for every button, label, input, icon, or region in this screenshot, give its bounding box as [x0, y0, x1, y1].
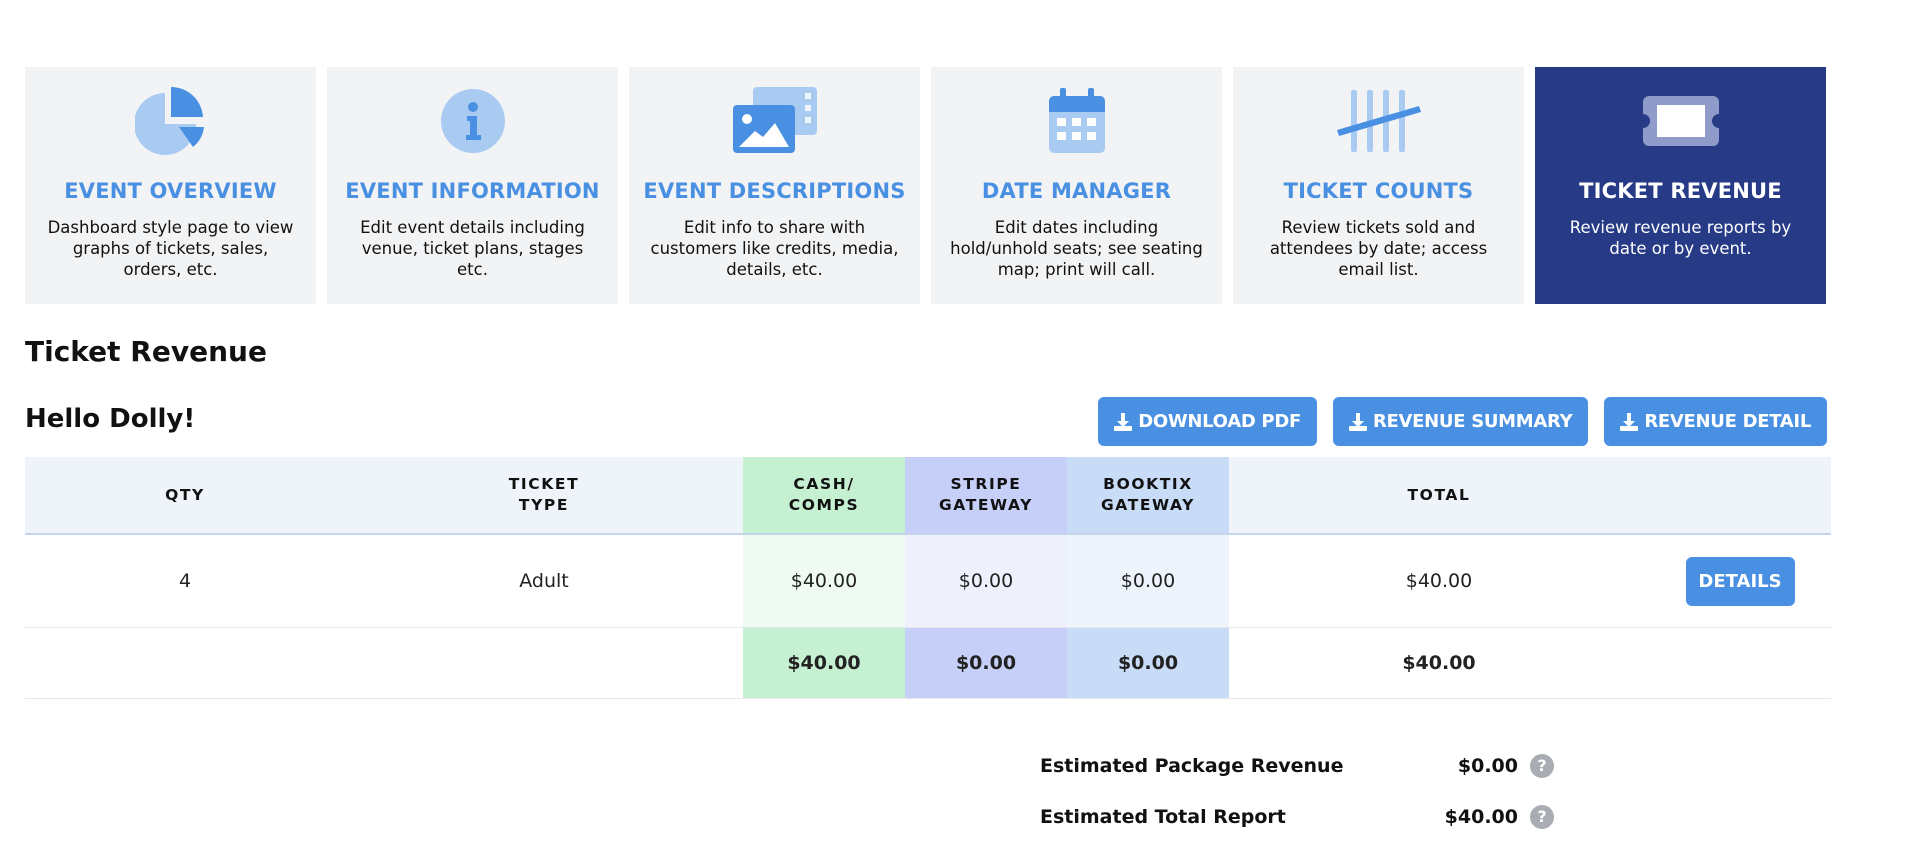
download-icon: [1114, 412, 1133, 431]
images-icon: [730, 87, 820, 155]
package-revenue-value: $0.00: [1457, 754, 1518, 777]
card-event-overview[interactable]: EVENT OVERVIEW Dashboard style page to v…: [25, 67, 316, 304]
total-report-label: Estimated Total Report: [1040, 805, 1286, 828]
card-title: TICKET COUNTS: [1283, 179, 1474, 203]
card-event-descriptions[interactable]: EVENT DESCRIPTIONS Edit info to share wi…: [629, 67, 920, 304]
nav-cards: EVENT OVERVIEW Dashboard style page to v…: [25, 67, 1826, 304]
card-title: EVENT INFORMATION: [345, 179, 600, 203]
header-cash-comps: CASH/COMPS: [743, 457, 905, 535]
header-booktix-gateway: BOOKTIX GATEWAY: [1067, 457, 1229, 535]
revenue-summary-button[interactable]: REVENUE SUMMARY: [1332, 397, 1589, 446]
event-name: Hello Dolly!: [25, 404, 196, 434]
revenue-table: QTY TICKET TYPE CASH/COMPS STRIPE GATEWAY …: [25, 457, 1831, 699]
header-qty: QTY: [25, 457, 345, 535]
card-description: Edit dates including hold/unhold seats; …: [950, 218, 1203, 279]
card-description: Review tickets sold and attendees by dat…: [1269, 218, 1488, 279]
ticket-icon: [1636, 87, 1726, 155]
header-line: COMPS: [788, 496, 860, 514]
download-pdf-button[interactable]: DOWNLOAD PDF: [1098, 397, 1317, 446]
help-icon[interactable]: ?: [1530, 753, 1554, 778]
header-line: GATEWAY: [1100, 496, 1195, 514]
card-ticket-revenue[interactable]: TICKET REVENUE Review revenue reports by…: [1535, 67, 1826, 304]
header-line: GATEWAY: [938, 496, 1033, 514]
header-stripe-gateway: STRIPE GATEWAY: [905, 457, 1067, 535]
header-total: TOTAL: [1229, 457, 1649, 535]
summary-row-total: Estimated Total Report $40.00 ?: [1040, 791, 1554, 842]
cell-cash-comps: $40.00: [743, 534, 905, 628]
download-icon: [1620, 412, 1639, 431]
cell-empty: [345, 627, 743, 699]
header-line: TICKET: [508, 475, 580, 493]
table-row: 4 Adult $40.00 $0.00 $0.00 $40.00 DETAIL…: [25, 534, 1831, 628]
cell-total: $40.00: [1229, 534, 1649, 628]
totals-row: $40.00 $0.00 $0.00 $40.00: [25, 627, 1831, 699]
card-title: TICKET REVENUE: [1579, 179, 1782, 203]
header-actions: [1649, 457, 1831, 535]
total-total: $40.00: [1229, 627, 1649, 699]
cell-qty: 4: [25, 534, 345, 628]
cell-empty: [25, 627, 345, 699]
total-booktix: $0.00: [1067, 627, 1229, 699]
total-report-value: $40.00: [1444, 805, 1518, 828]
card-ticket-counts[interactable]: TICKET COUNTS Review tickets sold and at…: [1233, 67, 1524, 304]
cell-ticket-type: Adult: [345, 534, 743, 628]
info-icon: [428, 87, 518, 155]
report-actions: DOWNLOAD PDF REVENUE SUMMARY REVENUE DET…: [1098, 397, 1827, 446]
revenue-summary: Estimated Package Revenue $0.00 ? Estima…: [1040, 740, 1554, 842]
cell-booktix: $0.00: [1067, 534, 1229, 628]
help-icon[interactable]: ?: [1530, 804, 1554, 829]
cell-actions: DETAILS: [1649, 534, 1831, 628]
revenue-summary-label: REVENUE SUMMARY: [1372, 411, 1573, 432]
card-description: Dashboard style page to view graphs of t…: [47, 218, 294, 279]
card-title: EVENT OVERVIEW: [64, 179, 277, 203]
card-description: Edit event details including venue, tick…: [360, 218, 585, 279]
header-line: BOOKTIX: [1103, 475, 1193, 493]
header-line: TYPE: [518, 496, 570, 514]
cell-stripe: $0.00: [905, 534, 1067, 628]
header-line: STRIPE: [950, 475, 1022, 493]
table-header-row: QTY TICKET TYPE CASH/COMPS STRIPE GATEWAY …: [25, 457, 1831, 535]
card-description: Edit info to share with customers like c…: [650, 218, 899, 279]
header-line: CASH/: [793, 475, 855, 493]
page-title: Ticket Revenue: [25, 335, 267, 368]
calendar-icon: [1032, 87, 1122, 155]
total-stripe: $0.00: [905, 627, 1067, 699]
card-event-information[interactable]: EVENT INFORMATION Edit event details inc…: [327, 67, 618, 304]
download-pdf-label: DOWNLOAD PDF: [1138, 411, 1301, 432]
card-title: EVENT DESCRIPTIONS: [643, 179, 906, 203]
card-title: DATE MANAGER: [981, 179, 1172, 203]
package-revenue-label: Estimated Package Revenue: [1040, 754, 1344, 777]
pie-chart-icon: [126, 87, 216, 155]
tally-icon: [1334, 87, 1424, 155]
details-button[interactable]: DETAILS: [1685, 556, 1795, 606]
revenue-detail-label: REVENUE DETAIL: [1644, 411, 1811, 432]
revenue-detail-button[interactable]: REVENUE DETAIL: [1604, 397, 1827, 446]
summary-row-package: Estimated Package Revenue $0.00 ?: [1040, 740, 1554, 791]
total-cash-comps: $40.00: [743, 627, 905, 699]
card-description: Review revenue reports by date or by eve…: [1569, 218, 1792, 258]
card-date-manager[interactable]: DATE MANAGER Edit dates including hold/u…: [931, 67, 1222, 304]
cell-empty: [1649, 627, 1831, 699]
download-icon: [1348, 412, 1367, 431]
header-ticket-type: TICKET TYPE: [345, 457, 743, 535]
